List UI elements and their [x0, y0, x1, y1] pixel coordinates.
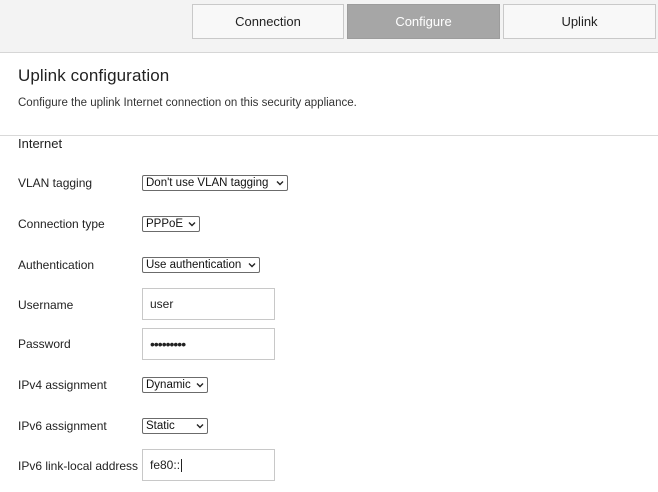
authentication-value: Use authentication — [146, 259, 242, 271]
password-input[interactable]: ••••••••• — [142, 328, 275, 360]
tab-uplink[interactable]: Uplink — [503, 4, 656, 39]
authentication-select[interactable]: Use authentication — [142, 257, 260, 273]
connection-type-value: PPPoE — [146, 218, 184, 230]
chevron-down-icon — [184, 221, 196, 227]
connection-type-label: Connection type — [18, 217, 105, 231]
page-description: Configure the uplink Internet connection… — [18, 97, 357, 109]
username-input[interactable]: user — [142, 288, 275, 320]
ipv6-assignment-label: IPv6 assignment — [18, 419, 107, 433]
ipv4-assignment-label: IPv4 assignment — [18, 378, 107, 392]
authentication-label: Authentication — [18, 258, 95, 272]
username-value: user — [150, 297, 174, 311]
section-title-internet: Internet — [18, 136, 63, 151]
ipv6-link-local-label: IPv6 link-local address — [18, 459, 139, 473]
ipv6-link-local-input[interactable]: fe80:: — [142, 449, 275, 481]
ipv6-assignment-select[interactable]: Static — [142, 418, 208, 434]
password-value: ••••••••• — [150, 336, 186, 352]
text-caret — [181, 458, 183, 472]
ipv4-assignment-select[interactable]: Dynamic — [142, 377, 208, 393]
chevron-down-icon — [272, 180, 284, 186]
connection-type-select[interactable]: PPPoE — [142, 216, 200, 232]
vlan-tagging-value: Don't use VLAN tagging — [146, 177, 269, 189]
tab-configure[interactable]: Configure — [347, 4, 500, 39]
section-divider — [0, 135, 658, 136]
tab-bar: Connection Configure Uplink — [0, 0, 658, 53]
vlan-tagging-label: VLAN tagging — [18, 176, 93, 190]
ipv6-link-local-value: fe80:: — [150, 458, 181, 472]
chevron-down-icon — [192, 382, 204, 388]
page-title: Uplink configuration — [18, 66, 170, 85]
ipv4-assignment-value: Dynamic — [146, 379, 191, 391]
tab-connection[interactable]: Connection — [192, 4, 344, 39]
username-label: Username — [18, 298, 74, 312]
password-label: Password — [18, 337, 71, 351]
vlan-tagging-select[interactable]: Don't use VLAN tagging — [142, 175, 288, 191]
chevron-down-icon — [192, 423, 204, 429]
ipv6-assignment-value: Static — [146, 420, 175, 432]
chevron-down-icon — [244, 262, 256, 268]
